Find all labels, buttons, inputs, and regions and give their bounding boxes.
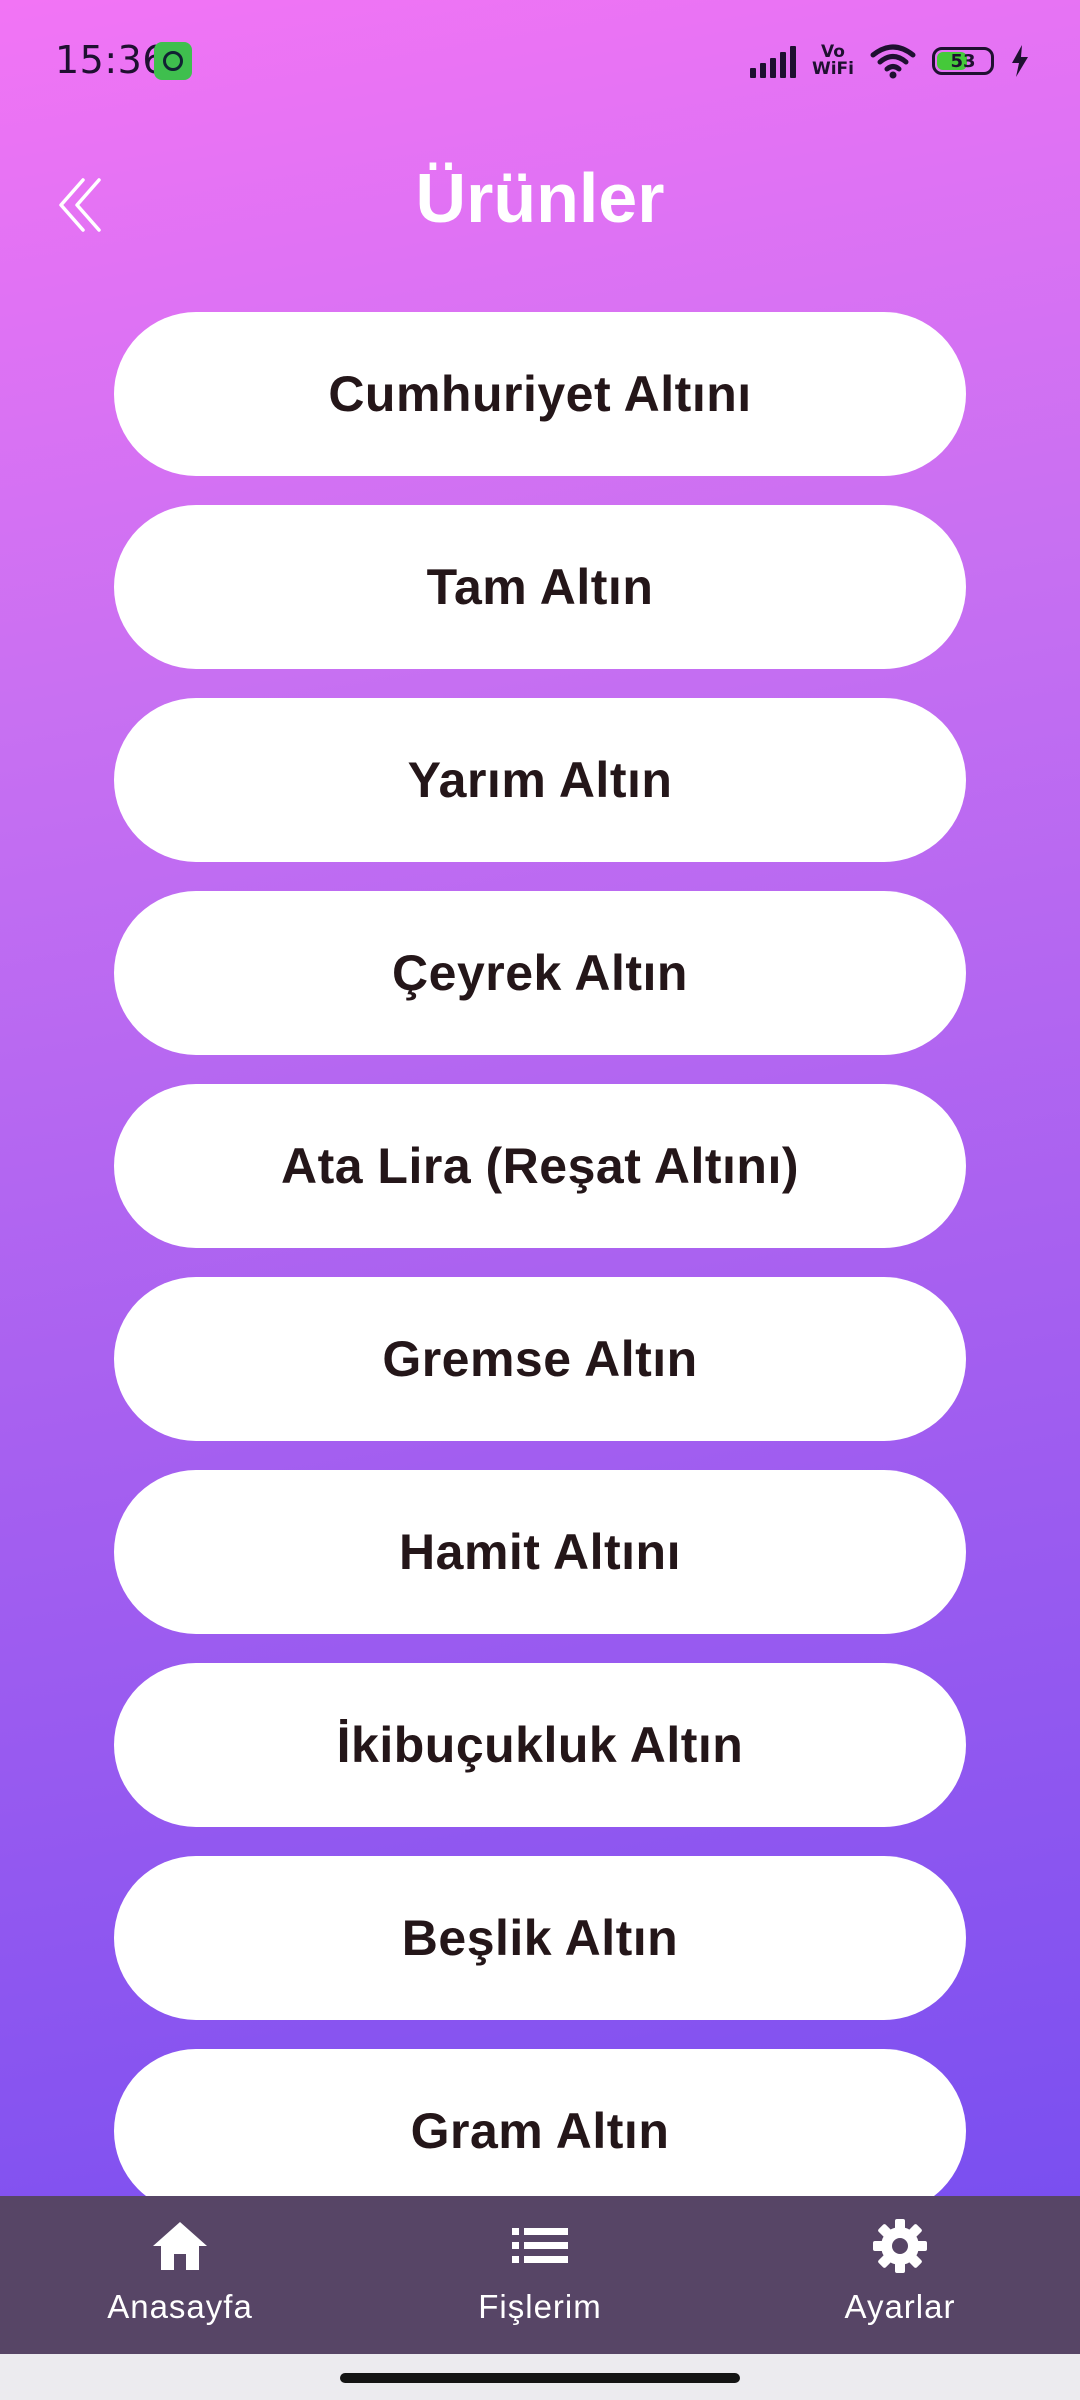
charging-icon (1012, 45, 1028, 77)
nav-label-ayarlar: Ayarlar (844, 2288, 956, 2325)
page-title: Ürünler (415, 159, 665, 237)
nav-item-ayarlar[interactable]: Ayarlar (720, 2196, 1080, 2354)
cat-notification-icon (154, 42, 192, 80)
product-list: Cumhuriyet Altını Tam Altın Yarım Altın … (114, 312, 966, 2196)
product-button-beslik[interactable]: Beşlik Altın (114, 1856, 966, 2020)
status-time: 15:36 (55, 38, 168, 82)
vowifi-icon: Vo WiFi (811, 42, 854, 79)
product-button-hamit[interactable]: Hamit Altını (114, 1470, 966, 1634)
nav-item-anasayfa[interactable]: Anasayfa (0, 2196, 360, 2354)
wifi-icon (870, 44, 916, 79)
nav-item-fislerim[interactable]: Fişlerim (360, 2196, 720, 2354)
product-button-ata-lira[interactable]: Ata Lira (Reşat Altını) (114, 1084, 966, 1248)
product-button-gremse[interactable]: Gremse Altın (114, 1277, 966, 1441)
product-button-gram[interactable]: Gram Altın (114, 2049, 966, 2196)
nav-label-anasayfa: Anasayfa (107, 2288, 253, 2325)
gear-icon (870, 2216, 930, 2276)
product-button-cumhuriyet[interactable]: Cumhuriyet Altını (114, 312, 966, 476)
product-button-yarim[interactable]: Yarım Altın (114, 698, 966, 862)
battery-level: 53 (950, 50, 976, 72)
home-icon (150, 2216, 210, 2276)
battery-icon: 53 (932, 47, 994, 75)
signal-icon (749, 44, 796, 78)
status-indicators: Vo WiFi 53 (749, 38, 1030, 84)
product-button-ceyrek[interactable]: Çeyrek Altın (114, 891, 966, 1055)
app-screen: 15:36 Vo WiFi 53 Ürünler Cumhuriyet Altı… (0, 0, 1080, 2196)
nav-label-fislerim: Fişlerim (478, 2288, 602, 2325)
product-button-tam[interactable]: Tam Altın (114, 505, 966, 669)
home-indicator[interactable] (340, 2373, 740, 2383)
bottom-nav: Anasayfa Fişlerim Ayarlar (0, 2196, 1080, 2354)
list-icon (510, 2216, 570, 2276)
status-bar: 15:36 Vo WiFi 53 (0, 0, 1080, 120)
product-button-ikibucukluk[interactable]: İkibuçukluk Altın (114, 1663, 966, 1827)
